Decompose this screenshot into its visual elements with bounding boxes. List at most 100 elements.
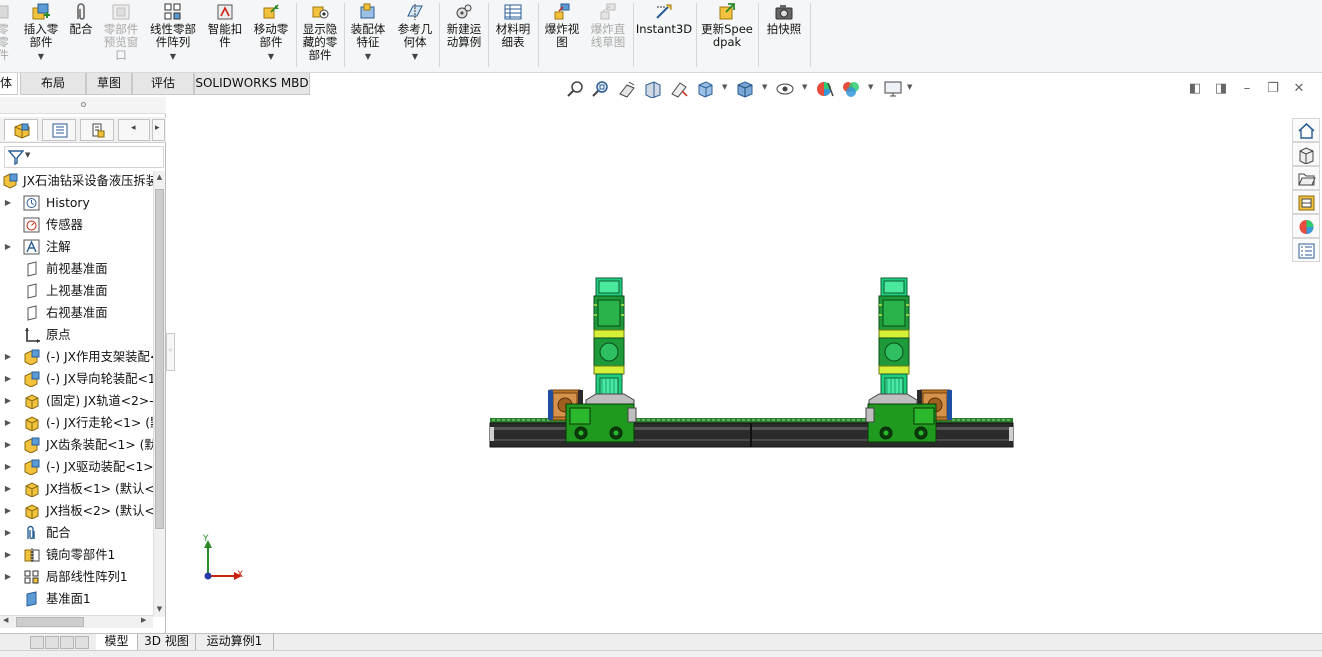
bill-of-materials-button[interactable]: 材料明细表 [491, 0, 535, 70]
tab-design-library[interactable] [1292, 142, 1320, 166]
panel-splitter[interactable]: ◦ [166, 333, 175, 371]
zoom-to-fit-icon[interactable] [566, 80, 586, 98]
tree-item-front-plane[interactable]: 前视基准面 [0, 258, 154, 280]
instant3d-button[interactable]: Instant3D [635, 0, 693, 70]
expand-arrow-icon[interactable]: ▶ [3, 500, 13, 522]
view-orientation-icon[interactable] [695, 80, 715, 98]
update-speedpak-button[interactable]: 更新Speedpak [699, 0, 755, 70]
tab-scroll-right[interactable]: ▸ [152, 119, 165, 141]
expand-arrow-icon[interactable]: ▶ [3, 544, 13, 566]
tab-view-palette[interactable] [1292, 190, 1320, 214]
expand-arrow-icon[interactable]: ▶ [3, 456, 13, 478]
tile-right-icon[interactable]: ◨ [1214, 82, 1228, 96]
new-motion-study-button[interactable]: 新建运动算例 [442, 0, 486, 70]
view-settings-monitor-icon[interactable] [883, 80, 903, 98]
take-snapshot-button[interactable]: 拍快照 [762, 0, 806, 70]
tab-appearances[interactable] [1292, 214, 1320, 238]
tab-assembly[interactable]: 体 [0, 73, 18, 95]
chevron-down-icon[interactable]: ▼ [868, 83, 873, 91]
chevron-down-icon[interactable]: ▼ [25, 151, 30, 159]
tree-item-support-assembly[interactable]: ▶ (-) JX作用支架装配< [0, 346, 154, 368]
scroll-right-icon[interactable]: ▶ [141, 616, 146, 624]
linear-pattern-button[interactable]: 线性零部件阵列 ▼ [147, 0, 199, 70]
panel-grip[interactable] [0, 97, 166, 114]
chevron-down-icon[interactable]: ▼ [907, 83, 912, 91]
tree-item-top-plane[interactable]: 上视基准面 [0, 280, 154, 302]
edit-appearance-icon[interactable] [815, 80, 835, 98]
chevron-down-icon[interactable]: ▼ [394, 50, 436, 63]
tree-item-annotations[interactable]: ▶ 注解 [0, 236, 154, 258]
scroll-down-icon[interactable]: ▼ [154, 603, 165, 615]
ribbon-button-component[interactable]: 零零件 [0, 0, 14, 70]
graphics-viewport[interactable]: Y X [176, 100, 1290, 632]
expand-arrow-icon[interactable]: ▶ [3, 368, 13, 390]
tree-item-right-plane[interactable]: 右视基准面 [0, 302, 154, 324]
tree-item-local-linear-pattern[interactable]: ▶ 局部线性阵列1 [0, 566, 154, 588]
tile-left-icon[interactable]: ◧ [1188, 82, 1202, 96]
tree-filter-box[interactable]: ▼ [4, 146, 164, 168]
mate-button[interactable]: 配合 [66, 0, 96, 70]
expand-arrow-icon[interactable]: ▶ [3, 478, 13, 500]
tree-item-mates[interactable]: ▶ 配合 [0, 522, 154, 544]
move-component-button[interactable]: 移动零部件 ▼ [250, 0, 292, 70]
scroll-up-icon[interactable]: ▲ [154, 171, 165, 183]
chevron-down-icon[interactable]: ▼ [802, 83, 807, 91]
insert-component-button[interactable]: 插入零部件 ▼ [20, 0, 62, 70]
previous-view-icon[interactable] [617, 80, 637, 98]
tab-scroll-left[interactable]: ◂ [118, 119, 150, 141]
zoom-to-area-icon[interactable] [591, 80, 611, 98]
tab-solidworks-mbd[interactable]: SOLIDWORKS MBD [194, 73, 310, 95]
minimize-icon[interactable]: – [1240, 82, 1254, 96]
expand-arrow-icon[interactable]: ▶ [3, 346, 13, 368]
tab-layout[interactable]: 布局 [20, 73, 86, 95]
tab-motion-study-1[interactable]: 运动算例1 [196, 634, 274, 650]
scrollbar-thumb[interactable] [16, 617, 84, 627]
assembly-feature-button[interactable]: 装配体特征 ▼ [347, 0, 389, 70]
scrollbar-thumb[interactable] [155, 189, 164, 529]
tree-item-baffle-1[interactable]: ▶ JX挡板<1> (默认< [0, 478, 154, 500]
chevron-down-icon[interactable]: ▼ [347, 50, 389, 63]
tree-item-origin[interactable]: 原点 [0, 324, 154, 346]
show-hidden-components-button[interactable]: 显示隐藏的零部件 [299, 0, 341, 70]
tab-solidworks-resources[interactable] [1292, 118, 1320, 142]
tab-3d-views[interactable]: 3D 视图 [138, 634, 196, 650]
chevron-down-icon[interactable]: ▼ [147, 50, 199, 63]
tab-model[interactable]: 模型 [96, 634, 138, 650]
tree-item-guide-wheel-assembly[interactable]: ▶ (-) JX导向轮装配<1 [0, 368, 154, 390]
tab-sketch[interactable]: 草图 [86, 73, 132, 95]
restore-icon[interactable]: ❐ [1266, 82, 1280, 96]
component-preview-button[interactable]: 零部件预览窗口 [100, 0, 142, 70]
tab-configuration-manager[interactable] [80, 119, 114, 141]
chevron-down-icon[interactable]: ▼ [762, 83, 767, 91]
section-view-icon[interactable] [643, 80, 663, 99]
tree-item-travel-wheel[interactable]: ▶ (-) JX行走轮<1> (默 [0, 412, 154, 434]
tab-evaluate[interactable]: 评估 [132, 73, 194, 95]
tree-item-mirror-component[interactable]: ▶ 镜向零部件1 [0, 544, 154, 566]
tab-feature-manager[interactable] [4, 119, 38, 141]
apply-scene-icon[interactable] [841, 80, 861, 98]
tab-file-explorer[interactable] [1292, 166, 1320, 190]
expand-arrow-icon[interactable]: ▶ [3, 192, 13, 214]
tab-custom-properties[interactable] [1292, 238, 1320, 262]
close-icon[interactable]: ✕ [1292, 82, 1306, 96]
chevron-down-icon[interactable]: ▼ [722, 83, 727, 91]
tab-property-manager[interactable] [42, 119, 76, 141]
tree-item-drive-assembly[interactable]: ▶ (-) JX驱动装配<1> [0, 456, 154, 478]
display-style-icon[interactable] [735, 80, 755, 98]
reference-geometry-button[interactable]: 参考几何体 ▼ [394, 0, 436, 70]
explode-view-button[interactable]: 爆炸视图 [541, 0, 583, 70]
smart-fastener-button[interactable]: 智能扣件 [204, 0, 246, 70]
chevron-down-icon[interactable]: ▼ [250, 50, 292, 63]
tree-item-history[interactable]: ▶ History [0, 192, 154, 214]
tree-item-plane-1[interactable]: 基准面1 [0, 588, 154, 610]
expand-arrow-icon[interactable]: ▶ [3, 522, 13, 544]
nav-first-icon[interactable] [30, 636, 44, 649]
expand-arrow-icon[interactable]: ▶ [3, 566, 13, 588]
tree-item-baffle-2[interactable]: ▶ JX挡板<2> (默认< [0, 500, 154, 522]
nav-next-icon[interactable] [60, 636, 74, 649]
scroll-left-icon[interactable]: ◀ [3, 616, 8, 624]
expand-arrow-icon[interactable]: ▶ [3, 390, 13, 412]
hide-show-items-icon[interactable] [775, 80, 795, 98]
chevron-down-icon[interactable]: ▼ [20, 50, 62, 63]
explode-line-sketch-button[interactable]: 爆炸直线草图 [586, 0, 630, 70]
